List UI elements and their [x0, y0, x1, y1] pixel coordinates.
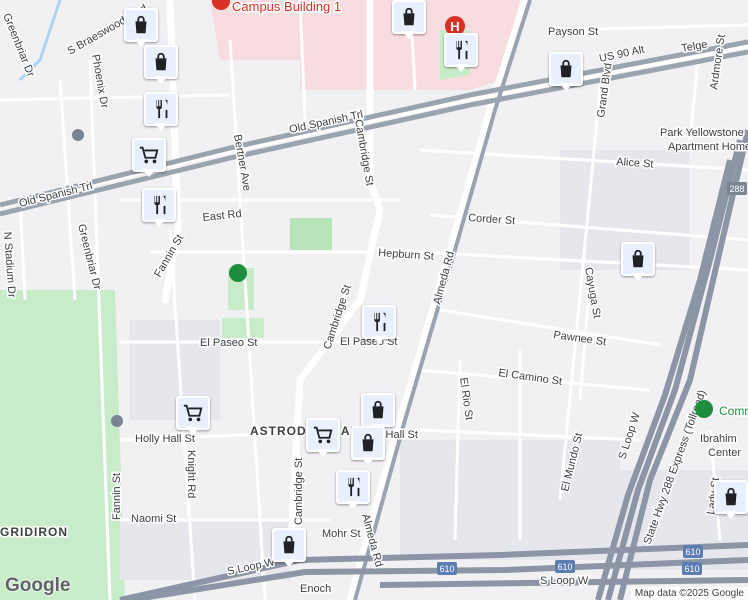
grocery-store-icon	[306, 418, 340, 452]
shopping-bag-icon	[549, 52, 583, 86]
pin-restaurant[interactable]	[362, 305, 396, 345]
label-gridiron: GRIDIRON	[0, 525, 68, 539]
pin-tip	[372, 336, 386, 344]
pin-shopping-bag[interactable]	[549, 52, 583, 92]
pin-grocery-store[interactable]	[132, 138, 166, 178]
grocery-store-icon	[132, 138, 166, 172]
pin-restaurant[interactable]	[444, 33, 478, 73]
pin-tip	[361, 457, 375, 465]
label-comm: Comm	[719, 404, 748, 418]
park-area-west	[0, 290, 125, 600]
pin-restaurant[interactable]	[142, 188, 176, 228]
restaurant-icon	[142, 188, 176, 222]
label-ibrahim: Ibrahim	[700, 433, 737, 445]
pin-shopping-bag[interactable]	[272, 528, 306, 568]
shopping-bag-icon	[144, 45, 178, 79]
shield-610-c: 610	[685, 547, 700, 557]
pin-restaurant[interactable]	[144, 92, 178, 132]
map-attribution[interactable]: Map data ©2025 Google	[630, 587, 748, 600]
shopping-bag-icon	[361, 393, 395, 427]
pin-tip	[402, 31, 416, 39]
label-campus-building: Campus Building 1	[232, 0, 341, 14]
pin-shopping-bag[interactable]	[144, 45, 178, 85]
park-area-field	[290, 218, 332, 250]
pin-tip	[559, 83, 573, 91]
pin-restaurant[interactable]	[336, 470, 370, 510]
pin-shopping-bag[interactable]	[714, 480, 748, 520]
restaurant-icon	[336, 470, 370, 504]
label-apartment-homes: Apartment Homes	[668, 141, 748, 153]
shield-610-d: 610	[684, 564, 699, 574]
transit-icon	[111, 415, 123, 427]
label-naomi-st: Naomi St	[131, 513, 176, 525]
shopping-bag-icon	[392, 0, 426, 34]
pin-shopping-bag[interactable]	[621, 242, 655, 282]
pin-tip	[142, 169, 156, 177]
label-cambridge-st-s: Cambridge St	[293, 458, 305, 525]
pin-tip	[631, 273, 645, 281]
shield-610-a: 610	[439, 564, 454, 574]
restaurant-icon	[444, 33, 478, 67]
label-enoch: Enoch	[300, 583, 331, 595]
park-area-strip	[222, 318, 264, 338]
pin-grocery-store[interactable]	[306, 418, 340, 458]
pin-tip	[346, 501, 360, 509]
pin-tip	[282, 559, 296, 567]
transit-icon	[72, 129, 84, 141]
label-payson-st: Payson St	[548, 26, 598, 38]
pin-tip	[186, 427, 200, 435]
google-logo[interactable]: Google	[5, 575, 70, 597]
restaurant-icon	[144, 92, 178, 126]
pin-tip	[454, 64, 468, 72]
pin-tip	[724, 511, 738, 519]
grocery-store-icon	[176, 396, 210, 430]
label-center: Center	[708, 447, 741, 459]
shopping-bag-icon	[714, 480, 748, 514]
label-fannin-st-s: Fannin St	[111, 473, 123, 520]
pin-grocery-store[interactable]	[176, 396, 210, 436]
pin-shopping-bag[interactable]	[124, 8, 158, 48]
shield-610-b: 610	[557, 562, 572, 572]
community-icon	[695, 400, 713, 418]
restaurant-icon	[362, 305, 396, 339]
shopping-bag-icon	[621, 242, 655, 276]
label-mohr-st: Mohr St	[322, 528, 361, 540]
pin-tip	[152, 219, 166, 227]
pin-tip	[316, 449, 330, 457]
shopping-bag-icon	[124, 8, 158, 42]
label-park-yellowstone: Park Yellowstone	[660, 127, 744, 139]
shopping-bag-icon	[351, 426, 385, 460]
label-knight-rd: Knight Rd	[185, 450, 197, 498]
pin-tip	[154, 76, 168, 84]
park-icon	[229, 264, 247, 282]
shopping-bag-icon	[272, 528, 306, 562]
label-el-paseo-st: El Paseo St	[200, 337, 257, 349]
shield-288: 288	[729, 184, 744, 194]
pin-shopping-bag[interactable]	[392, 0, 426, 40]
label-s-loop-w2: S Loop W	[540, 575, 589, 587]
pin-tip	[154, 123, 168, 131]
pin-shopping-bag[interactable]	[351, 426, 385, 466]
hospital-icon-letter: H	[450, 19, 459, 34]
map-canvas[interactable]: Old Spanish Trl Old Spanish Trl Cambridg…	[0, 0, 748, 600]
